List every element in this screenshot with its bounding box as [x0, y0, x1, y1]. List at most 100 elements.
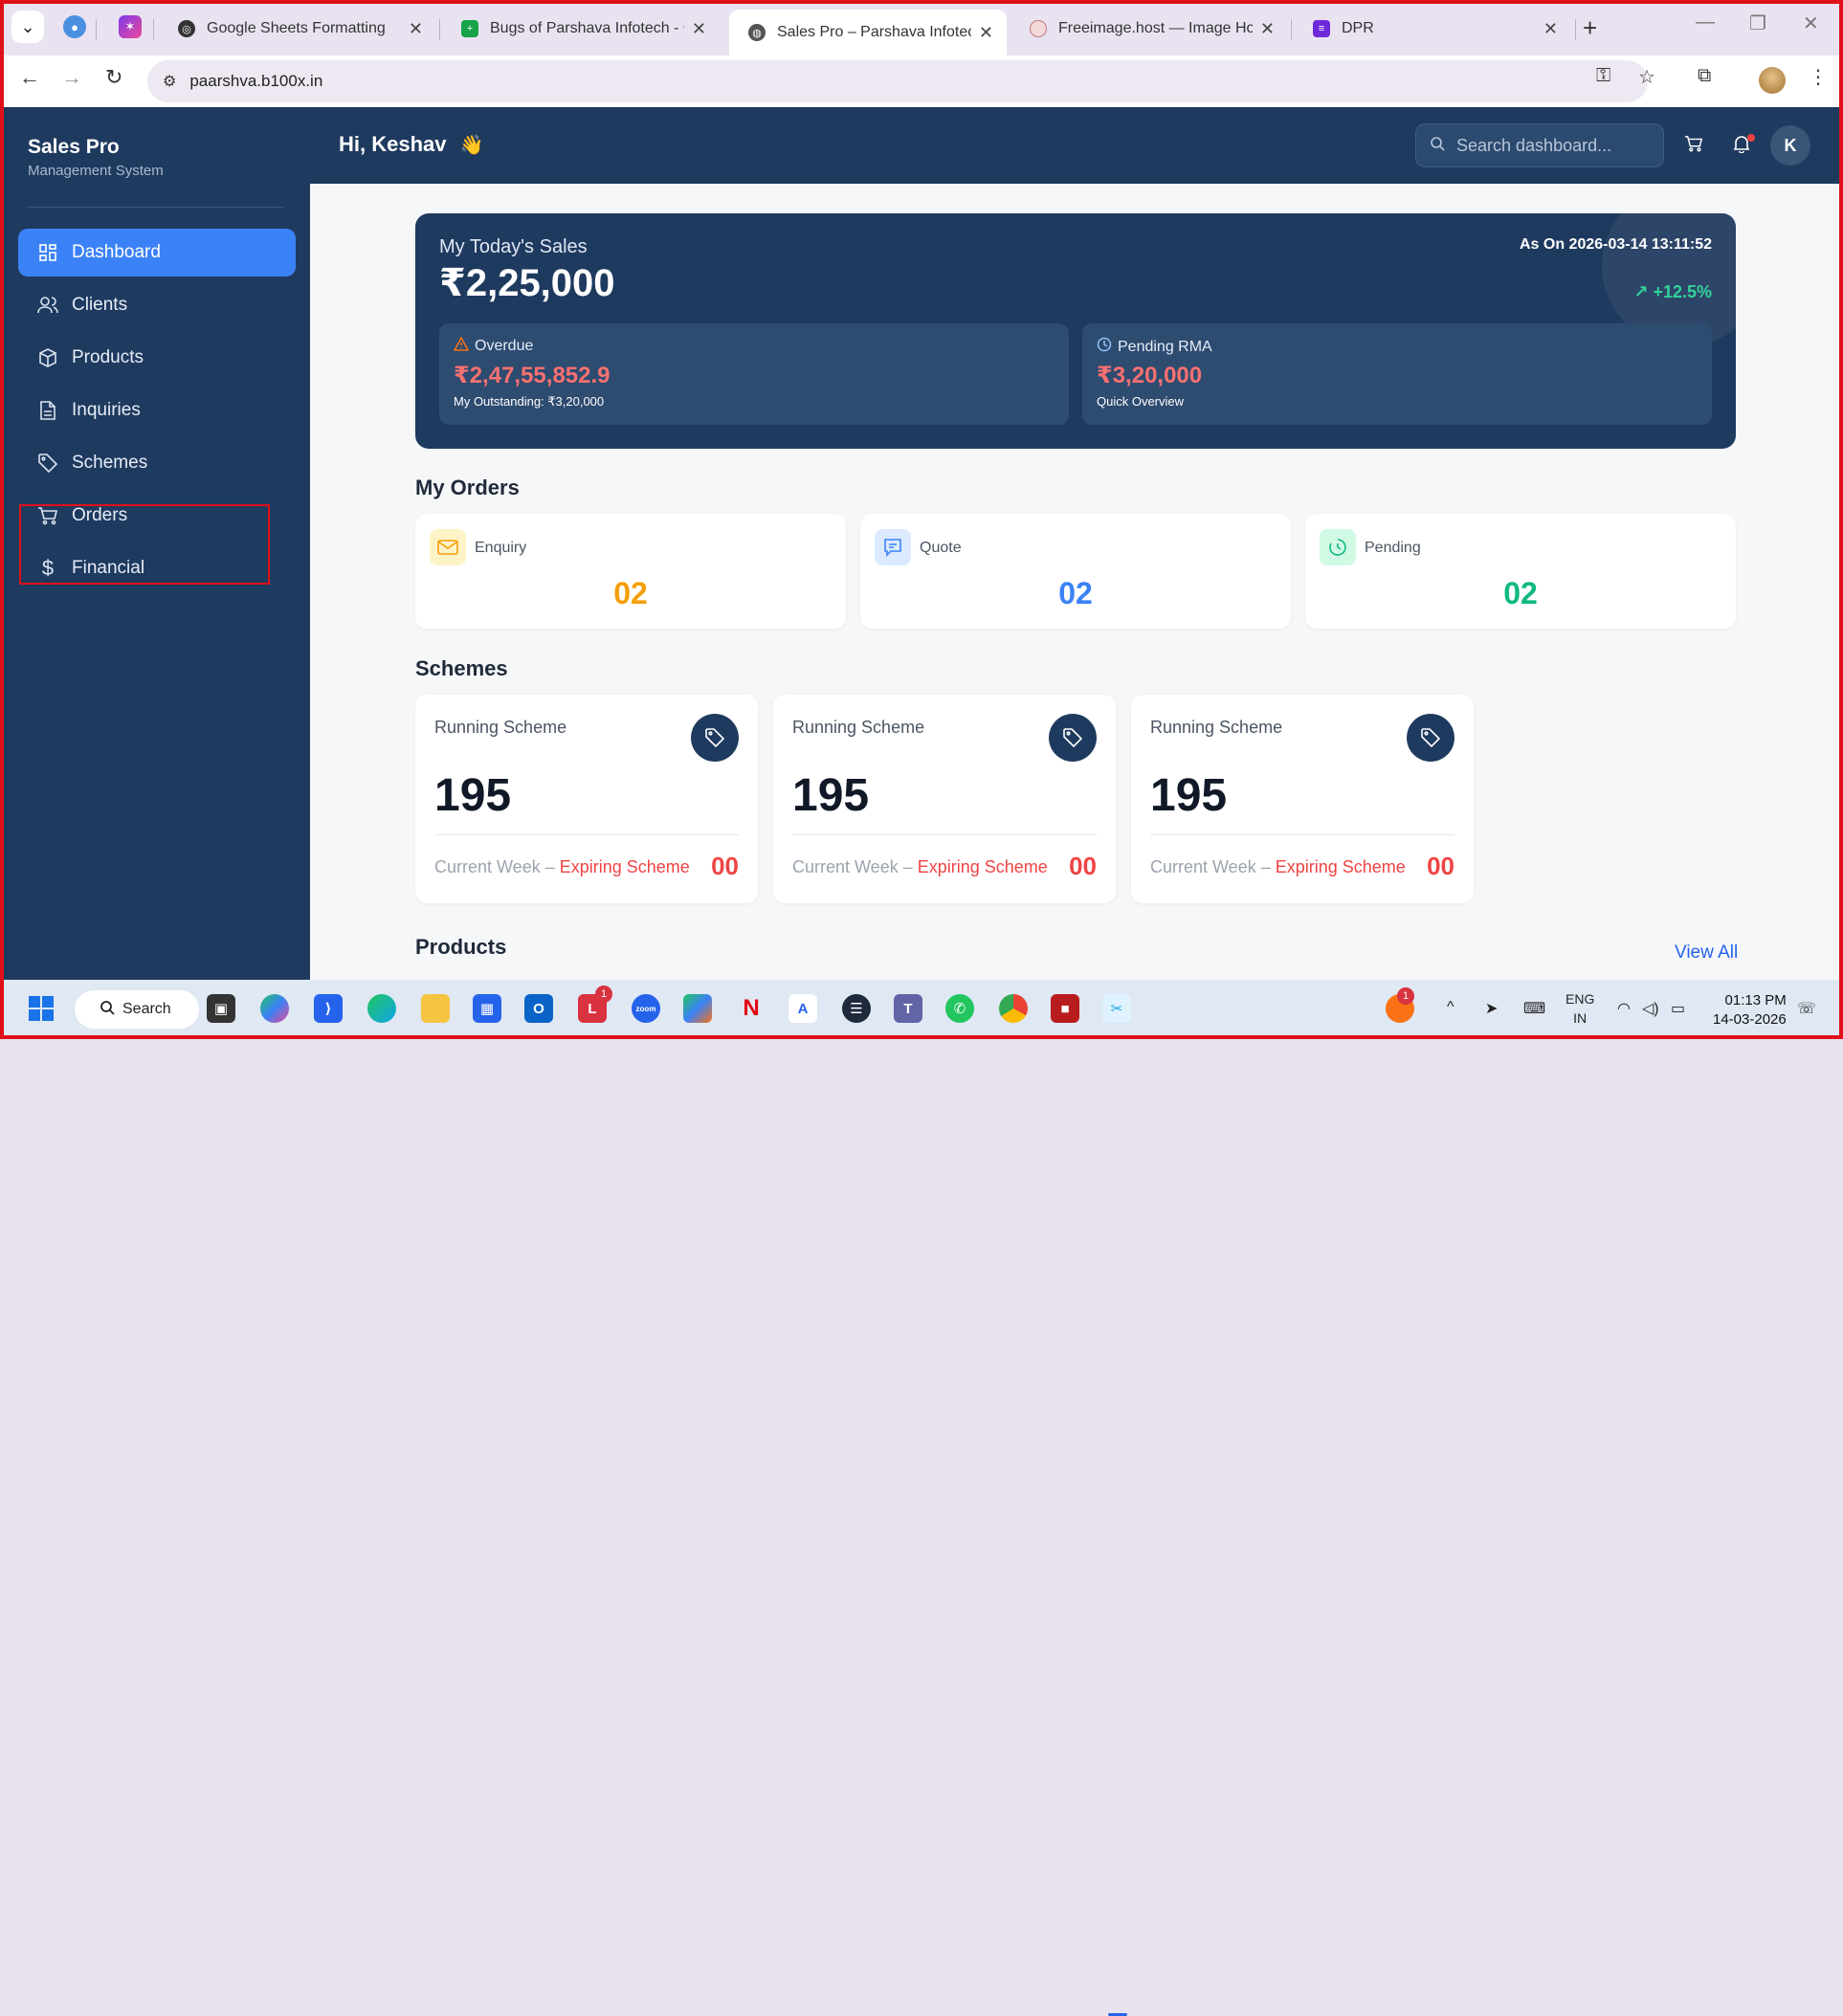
site-info-icon[interactable]: ⚙: [163, 72, 176, 91]
file-explorer-icon[interactable]: [421, 994, 450, 1023]
eclipse-icon[interactable]: ☰: [842, 994, 871, 1023]
search-input[interactable]: Search dashboard...: [1415, 123, 1664, 167]
close-tab-icon[interactable]: ✕: [409, 19, 423, 39]
scheme-label: Running Scheme: [434, 718, 567, 737]
address-bar[interactable]: ⚙ paarshva.b100x.in: [147, 60, 1648, 102]
overdue-value: ₹2,47,55,852.9: [454, 363, 611, 388]
system-clock[interactable]: 01:13 PM 14-03-2026: [1713, 991, 1787, 1030]
view-all-link[interactable]: View All: [1675, 942, 1738, 964]
tag-icon: [37, 453, 58, 474]
tab-google-sheets-formatting[interactable]: ◎ Google Sheets Formatting ✕: [159, 10, 436, 48]
copilot-icon[interactable]: [260, 994, 289, 1023]
sidebar-item-label: Products: [72, 347, 144, 367]
scheme-footer: Current Week – Expiring Scheme: [1150, 857, 1406, 876]
overdue-card: Overdue ₹2,47,55,852.9 My Outstanding: ₹…: [439, 323, 1069, 425]
pending-rma-label: Pending RMA: [1118, 338, 1212, 355]
whatsapp-icon[interactable]: ✆: [945, 994, 974, 1023]
grid-icon: [37, 242, 58, 263]
keyboard-icon[interactable]: ⌨: [1523, 999, 1545, 1018]
volume-icon[interactable]: ◁): [1642, 999, 1659, 1018]
task-view-icon[interactable]: ▣: [207, 994, 235, 1023]
scheme-card[interactable]: Running Scheme 195 Current Week – Expiri…: [1131, 695, 1474, 903]
expiring-count: 00: [711, 852, 739, 880]
expiring-scheme-label: Expiring Scheme: [917, 857, 1048, 876]
greeting-text: Hi, Keshav: [339, 132, 447, 156]
scheme-card[interactable]: Running Scheme 195 Current Week – Expiri…: [415, 695, 758, 903]
reload-icon[interactable]: ↻: [105, 65, 122, 90]
search-icon: [100, 1000, 115, 1020]
sidebar-item-label: Inquiries: [72, 400, 141, 420]
greeting: Hi, Keshav 👋: [339, 132, 484, 157]
netflix-icon[interactable]: N: [737, 994, 766, 1023]
tab-dpr[interactable]: ≡ DPR ✕: [1294, 10, 1571, 48]
warning-icon: [453, 336, 470, 356]
sidebar-item-dashboard[interactable]: Dashboard: [18, 229, 296, 277]
menu-kebab-icon[interactable]: ⋮: [1809, 65, 1828, 89]
translator-icon[interactable]: A: [788, 994, 817, 1023]
language-indicator[interactable]: ENG IN: [1565, 989, 1594, 1028]
tab-sales-pro[interactable]: ◍ Sales Pro – Parshava Infotech ✕: [729, 10, 1007, 55]
teams-icon[interactable]: T: [894, 994, 922, 1023]
clock-time: 01:13 PM: [1724, 992, 1787, 1008]
window-close-icon[interactable]: ✕: [1803, 11, 1819, 35]
zoom-icon[interactable]: zoom: [632, 994, 660, 1023]
tab-search-dropdown-icon[interactable]: ⌄: [11, 11, 44, 43]
app-header: Hi, Keshav 👋 Search dashboard... K: [310, 107, 1839, 184]
user-avatar[interactable]: K: [1770, 125, 1810, 166]
scheme-value: 195: [1150, 770, 1228, 821]
battery-icon[interactable]: ▭: [1671, 999, 1685, 1018]
pinned-tab-icon[interactable]: ●: [63, 15, 86, 38]
order-card-pending[interactable]: Pending 02: [1305, 514, 1736, 629]
outlook-icon[interactable]: O: [524, 994, 553, 1023]
search-icon: [1430, 136, 1445, 156]
snipping-tool-icon[interactable]: ✂: [1102, 994, 1131, 1023]
box-icon: [37, 347, 58, 368]
sidebar-item-schemes[interactable]: Schemes: [18, 439, 296, 487]
forward-icon[interactable]: →: [61, 65, 82, 90]
sidebar-item-products[interactable]: Products: [18, 334, 296, 382]
close-tab-icon[interactable]: ✕: [979, 23, 993, 43]
order-card-quote[interactable]: Quote 02: [860, 514, 1291, 629]
m365-icon[interactable]: [683, 994, 712, 1023]
back-icon[interactable]: ←: [19, 65, 40, 90]
minimize-icon[interactable]: —: [1696, 11, 1715, 33]
brand-title: Sales Pro: [28, 136, 120, 158]
edge-icon[interactable]: [367, 994, 396, 1023]
tab-bugs-sheet[interactable]: + Bugs of Parshava Infotech - Goo ✕: [442, 10, 720, 48]
new-tab-icon[interactable]: +: [1583, 13, 1597, 43]
password-key-icon[interactable]: ⚿: [1596, 65, 1610, 87]
sidebar-item-clients[interactable]: Clients: [18, 281, 296, 329]
location-icon[interactable]: ➤: [1485, 999, 1498, 1018]
sidebar-item-inquiries[interactable]: Inquiries: [18, 387, 296, 434]
scheme-value: 195: [792, 770, 870, 821]
wifi-icon[interactable]: ◠: [1617, 999, 1631, 1018]
sheets-icon: +: [461, 20, 478, 37]
app-toolkit-icon[interactable]: ■: [1051, 994, 1079, 1023]
scheme-card[interactable]: Running Scheme 195 Current Week – Expiri…: [773, 695, 1116, 903]
close-tab-icon[interactable]: ✕: [692, 19, 706, 39]
overdue-label: Overdue: [475, 338, 534, 354]
vscode-icon[interactable]: ⟩: [314, 994, 343, 1023]
notification-badge: 1: [595, 986, 612, 1003]
tab-freeimage[interactable]: Freeimage.host — Image Hostin ✕: [1010, 10, 1288, 48]
close-tab-icon[interactable]: ✕: [1260, 19, 1275, 39]
bookmark-star-icon[interactable]: ☆: [1638, 65, 1655, 89]
pinned-tab-app-icon[interactable]: ✶: [119, 15, 142, 38]
cart-icon[interactable]: [1684, 134, 1703, 159]
taskbar-search[interactable]: Search: [75, 990, 199, 1029]
document-icon: [37, 400, 58, 421]
close-tab-icon[interactable]: ✕: [1543, 19, 1558, 39]
taskbar: Search ▣ ⟩ ▦ O L 1 zoom N A ☰ T ✆ ■ ✂ 1 …: [0, 980, 1843, 2016]
url-text: paarshva.b100x.in: [189, 72, 323, 90]
order-card-enquiry[interactable]: Enquiry 02: [415, 514, 846, 629]
profile-avatar[interactable]: [1759, 67, 1786, 94]
notification-center-icon[interactable]: ☏: [1797, 999, 1816, 1018]
restore-icon[interactable]: ❐: [1749, 11, 1766, 35]
order-count: 02: [613, 576, 648, 610]
extensions-icon[interactable]: ⧉: [1698, 65, 1711, 87]
windows-start-icon[interactable]: [27, 994, 56, 1023]
chevron-up-icon[interactable]: ^: [1447, 999, 1454, 1016]
wave-icon: 👋: [459, 135, 484, 156]
microsoft-store-icon[interactable]: ▦: [473, 994, 501, 1023]
chrome-icon[interactable]: [999, 994, 1028, 1023]
